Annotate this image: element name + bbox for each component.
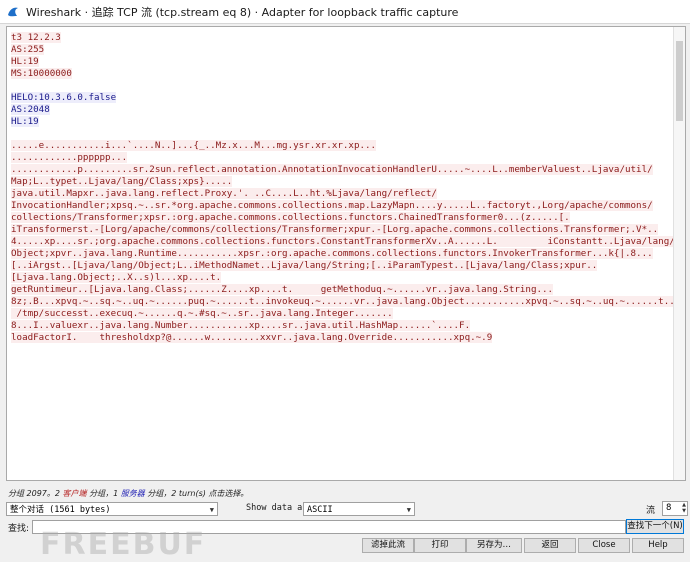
client-payload-text: loadFactorI. thresholdxp?@......w.......… <box>11 332 493 343</box>
save-as-button[interactable]: 另存为… <box>466 538 522 553</box>
stream-line: HL:19 <box>11 56 681 68</box>
stream-line: 8z;.B...xpvq.~..sq.~..uq.~......puq.~...… <box>11 296 685 308</box>
client-payload-text: /tmp/successt..execuq.~......q.~.#sq.~..… <box>11 308 393 319</box>
client-payload-text: java.util.Mapxr..java.lang.reflect.Proxy… <box>11 188 437 199</box>
stream-line: ............p.........sr.2sun.reflect.an… <box>11 164 681 176</box>
stats-suffix: 分组，2 turn(s) 点击选择。 <box>144 489 249 498</box>
stream-line: ............pppppp... <box>11 152 681 164</box>
stream-line: HELO:10.3.6.0.false <box>11 92 681 104</box>
stream-line: AS:255 <box>11 44 681 56</box>
client-payload-text: 4.....xp....sr.;org.apache.commons.colle… <box>11 236 675 247</box>
client-payload-text: iTransformerst.-[Lorg/apache/commons/col… <box>11 224 659 235</box>
spin-arrows-icon[interactable]: ▲ ▼ <box>682 502 686 514</box>
stream-line: MS:10000000 <box>11 68 681 80</box>
stream-line: Map;L..typet..Ljava/lang/Class;xps}..... <box>11 176 681 188</box>
stream-line: 4.....xp....sr.;org.apache.commons.colle… <box>11 236 681 248</box>
client-payload-text: ............p.........sr.2sun.reflect.an… <box>11 164 653 175</box>
stream-line: [Ljava.lang.Object;..X..s)l...xp....t. <box>11 272 681 284</box>
stream-scrollbar[interactable] <box>673 27 685 480</box>
stream-line <box>11 128 681 140</box>
window-title: Wireshark · 追踪 TCP 流 (tcp.stream eq 8) ·… <box>26 5 459 19</box>
stats-client-word: 客户端 <box>62 489 87 498</box>
tcp-stream-content[interactable]: t3 12.2.3 AS:255 HL:19 MS:10000000 HELO:10.3… <box>6 26 686 481</box>
stream-line: HL:19 <box>11 116 681 128</box>
print-button[interactable]: 打印 <box>414 538 466 553</box>
stream-line: [..iArgst..[Ljava/lang/Object;L..iMethod… <box>11 260 681 272</box>
stream-number-label: 流 <box>646 506 656 516</box>
chevron-down-icon: ▼ <box>406 506 411 514</box>
client-payload-text: [..iArgst..[Ljava/lang/Object;L..iMethod… <box>11 260 598 271</box>
stream-line: getRuntimeur..[Ljava.lang.Class;......Z.… <box>11 284 681 296</box>
client-payload-text: 8z;.B...xpvq.~..sq.~..uq.~......puq.~...… <box>11 296 685 307</box>
stream-line: .....e...........i...`....N..]...{_..Mz.… <box>11 140 681 152</box>
chevron-down-icon: ▼ <box>209 506 214 514</box>
stream-line: t3 12.2.3 <box>11 32 681 44</box>
client-payload-text: InvocationHandler;xpsq.~..sr.*org.apache… <box>11 200 653 211</box>
window-titlebar: Wireshark · 追踪 TCP 流 (tcp.stream eq 8) ·… <box>0 0 690 24</box>
freebuf-watermark: FREEBUF <box>40 527 207 562</box>
stats-server-word: 服务器 <box>120 489 145 498</box>
stream-line: InvocationHandler;xpsq.~..sr.*org.apache… <box>11 200 681 212</box>
stream-line: /tmp/successt..execuq.~......q.~.#sq.~..… <box>11 308 681 320</box>
show-data-select[interactable]: ASCII ▼ <box>303 502 415 516</box>
client-payload-text: Object;xpvr..java.lang.Runtime..........… <box>11 248 653 259</box>
stream-number-spinbox[interactable]: 8 ▲ ▼ <box>662 501 688 516</box>
client-payload-text: Map;L..typet..Ljava/lang/Class;xps}..... <box>11 176 233 187</box>
find-next-button[interactable]: 查找下一个(N) <box>626 519 684 534</box>
server-payload-text: HELO:10.3.6.0.false <box>11 92 117 103</box>
client-payload-text: [Ljava.lang.Object;..X..s)l...xp....t. <box>11 272 222 283</box>
filter-out-stream-button[interactable]: 滤掉此流 <box>362 538 414 553</box>
show-data-label: Show data as <box>246 503 308 513</box>
client-payload-text: HL:19 <box>11 56 39 67</box>
stream-line: loadFactorI. thresholdxp?@......w.......… <box>11 332 681 344</box>
client-payload-text: collections/Transformer;xpsr.:org.apache… <box>11 212 570 223</box>
conversation-select[interactable]: 整个对话 (1561 bytes) ▼ <box>6 502 218 516</box>
server-payload-text: HL:19 <box>11 116 39 127</box>
stream-line: Object;xpvr..java.lang.Runtime..........… <box>11 248 681 260</box>
help-button[interactable]: Help <box>632 538 684 553</box>
show-data-select-value: ASCII <box>307 505 333 515</box>
client-payload-text: ............pppppp... <box>11 152 128 163</box>
back-button[interactable]: 返回 <box>524 538 576 553</box>
stream-number-value: 8 <box>666 503 672 513</box>
display-options-row: 整个对话 (1561 bytes) ▼ Show data as ASCII ▼… <box>6 501 688 517</box>
stats-middle: 分组，1 <box>86 489 121 498</box>
server-payload-text: AS:2048 <box>11 104 50 115</box>
client-payload-text: t3 12.2.3 <box>11 32 61 43</box>
stats-prefix: 分组 2097。2 <box>8 489 63 498</box>
stream-line <box>11 80 681 92</box>
stream-line: AS:2048 <box>11 104 681 116</box>
stream-stats: 分组 2097。2 客户端 分组，1 服务器 分组，2 turn(s) 点击选择… <box>8 488 248 499</box>
stream-line: java.util.Mapxr..java.lang.reflect.Proxy… <box>11 188 681 200</box>
find-label: 查找: <box>8 524 30 534</box>
stream-lines: t3 12.2.3 AS:255 HL:19 MS:10000000 HELO:10.3… <box>11 32 685 344</box>
client-payload-text: AS:255 <box>11 44 45 55</box>
wireshark-logo-icon <box>8 7 18 16</box>
client-payload-text: 8...I..valuexr..java.lang.Number........… <box>11 320 471 331</box>
client-payload-text: .....e...........i...`....N..]...{_..Mz.… <box>11 140 377 151</box>
close-button[interactable]: Close <box>578 538 630 553</box>
stream-line: 8...I..valuexr..java.lang.Number........… <box>11 320 681 332</box>
client-payload-text: getRuntimeur..[Ljava.lang.Class;......Z.… <box>11 284 554 295</box>
scrollbar-thumb[interactable] <box>676 41 683 121</box>
conversation-select-value: 整个对话 (1561 bytes) <box>10 505 111 515</box>
stream-line: iTransformerst.-[Lorg/apache/commons/col… <box>11 224 681 236</box>
stream-line: collections/Transformer;xpsr.:org.apache… <box>11 212 681 224</box>
client-payload-text: MS:10000000 <box>11 68 72 79</box>
